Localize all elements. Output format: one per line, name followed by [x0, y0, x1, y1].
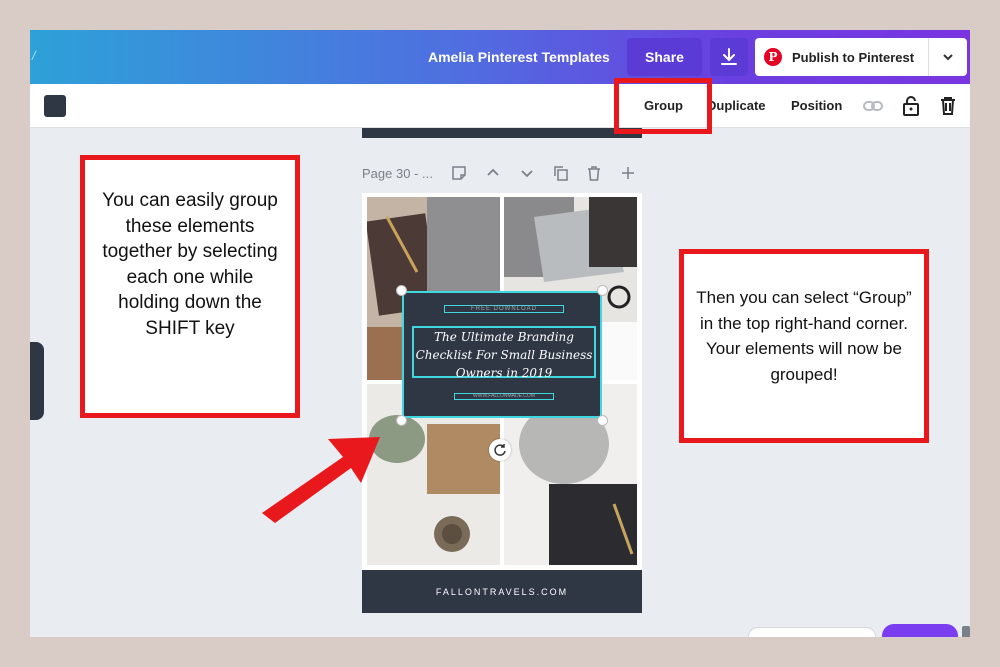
duplicate-button[interactable]: Duplicate — [707, 98, 766, 113]
download-icon — [721, 48, 737, 65]
share-button[interactable]: Share — [627, 38, 702, 76]
callout-right-text: Then you can select “Group” in the top r… — [696, 288, 912, 384]
free-download-label: FREE DOWNLOAD — [444, 305, 564, 313]
resize-handle[interactable] — [597, 285, 608, 296]
resize-handle[interactable] — [396, 285, 407, 296]
trash-icon[interactable] — [937, 95, 959, 117]
copy-page-icon[interactable] — [552, 164, 570, 182]
position-button[interactable]: Position — [791, 98, 842, 113]
website-url[interactable]: WWW.FALLONMADE.COM — [454, 393, 554, 400]
note-icon[interactable] — [450, 164, 468, 182]
publish-to-pinterest-button[interactable]: P Publish to Pinterest — [755, 38, 967, 76]
menu-edge: / — [32, 48, 36, 63]
unlock-icon[interactable] — [900, 95, 922, 117]
design-page[interactable]: FREE DOWNLOAD The Ultimate Branding Chec… — [362, 193, 642, 613]
red-arrow-icon — [262, 437, 380, 523]
chevron-down-icon[interactable] — [929, 50, 967, 64]
download-button[interactable] — [710, 38, 748, 76]
group-highlight-box — [614, 78, 712, 134]
previous-page-bottom — [362, 128, 642, 138]
text-group-box[interactable]: FREE DOWNLOAD The Ultimate Branding Chec… — [402, 291, 602, 418]
footer-banner[interactable]: FALLONTRAVELS.COM — [362, 570, 642, 613]
chevron-down-icon[interactable] — [518, 164, 536, 182]
page-label[interactable]: Page 30 - ... — [362, 166, 433, 181]
callout-left: You can easily group these elements toge… — [80, 155, 300, 418]
document-title[interactable]: Amelia Pinterest Templates — [428, 49, 610, 65]
pinterest-icon: P — [764, 48, 782, 66]
rotate-icon[interactable] — [489, 439, 511, 461]
publish-label: Publish to Pinterest — [792, 49, 915, 65]
zoom-control[interactable] — [748, 627, 876, 637]
add-page-icon[interactable] — [619, 164, 637, 182]
callout-left-text: You can easily group these elements toge… — [102, 190, 278, 339]
scrollbar[interactable] — [962, 626, 970, 637]
side-panel-tab[interactable] — [30, 342, 44, 420]
delete-page-icon[interactable] — [585, 164, 603, 182]
help-button[interactable] — [882, 624, 958, 637]
resize-handle[interactable] — [597, 415, 608, 426]
element-toolbar: Group Duplicate Position — [30, 84, 970, 128]
color-swatch[interactable] — [44, 95, 66, 117]
chevron-up-icon[interactable] — [484, 164, 502, 182]
top-bar: / Amelia Pinterest Templates Share P Pub… — [30, 30, 970, 84]
link-icon[interactable] — [862, 95, 884, 117]
design-title[interactable]: The Ultimate Branding Checklist For Smal… — [412, 328, 596, 382]
callout-right: Then you can select “Group” in the top r… — [679, 249, 929, 443]
